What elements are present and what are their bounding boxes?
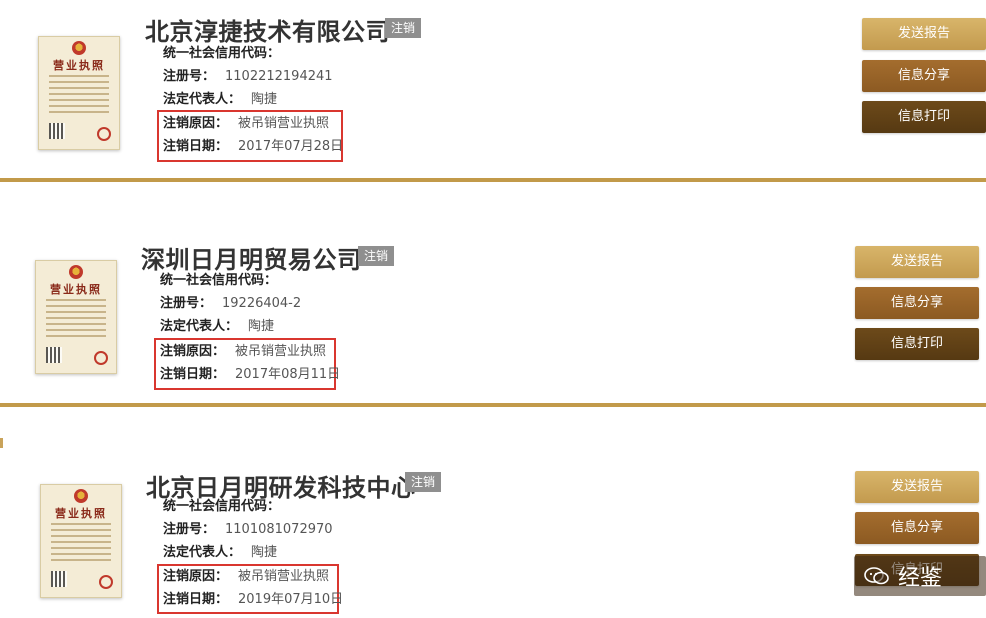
wechat-icon [864, 567, 889, 585]
national-emblem-icon [72, 41, 86, 55]
status-badge: 注销 [385, 18, 422, 38]
status-badge: 注销 [405, 472, 442, 492]
card-divider [0, 178, 986, 182]
share-info-button[interactable]: 信息分享 [855, 287, 979, 319]
share-info-button[interactable]: 信息分享 [862, 60, 986, 92]
card-divider [0, 403, 986, 407]
legal-rep-field: 法定代表人： 陶捷 [160, 319, 275, 334]
cancel-reason-field: 注销原因： 被吊销营业执照 [163, 569, 330, 584]
cancel-date-field: 注销日期： 2017年08月11日 [160, 367, 341, 382]
national-emblem-icon [69, 265, 83, 279]
send-report-button[interactable]: 发送报告 [862, 18, 986, 50]
national-emblem-icon [74, 489, 88, 503]
wechat-watermark: 经鉴 [854, 556, 986, 596]
seal-icon [97, 127, 111, 141]
credit-code-field: 统一社会信用代码： [160, 273, 278, 288]
license-title: 营业执照 [53, 59, 105, 72]
qr-code-icon [51, 571, 67, 587]
license-title: 营业执照 [55, 507, 107, 520]
send-report-button[interactable]: 发送报告 [855, 471, 979, 503]
business-license-thumbnail: 营业执照 [40, 484, 122, 598]
credit-code-field: 统一社会信用代码： [163, 46, 281, 61]
company-card-1: 营业执照 北京淳捷技术有限公司 注销 统一社会信用代码： 注册号： 1102212… [0, 0, 986, 178]
qr-code-icon [46, 347, 62, 363]
cancel-reason-field: 注销原因： 被吊销营业执照 [160, 344, 327, 359]
business-license-thumbnail: 营业执照 [35, 260, 117, 374]
seal-icon [99, 575, 113, 589]
cancel-date-field: 注销日期： 2019年07月10日 [163, 592, 344, 607]
send-report-button[interactable]: 发送报告 [855, 246, 979, 278]
cancel-reason-field: 注销原因： 被吊销营业执照 [163, 116, 330, 131]
legal-rep-field: 法定代表人： 陶捷 [163, 545, 278, 560]
watermark-text: 经鉴 [898, 566, 943, 591]
company-card-2: 营业执照 深圳日月明贸易公司 注销 统一社会信用代码： 注册号： 19226404… [0, 222, 986, 404]
business-license-thumbnail: 营业执照 [38, 36, 120, 150]
legal-rep-field: 法定代表人： 陶捷 [163, 92, 278, 107]
reg-no-field: 注册号： 1102212194241 [163, 69, 333, 84]
print-info-button[interactable]: 信息打印 [862, 101, 986, 133]
seal-icon [94, 351, 108, 365]
print-info-button[interactable]: 信息打印 [855, 328, 979, 360]
company-name[interactable]: 深圳日月明贸易公司 [141, 240, 362, 275]
reg-no-field: 注册号： 1101081072970 [163, 522, 333, 537]
qr-code-icon [49, 123, 65, 139]
share-info-button[interactable]: 信息分享 [855, 512, 979, 544]
credit-code-field: 统一社会信用代码： [163, 499, 281, 514]
company-card-3: 营业执照 北京日月明研发科技中心 注销 统一社会信用代码： 注册号： 110108… [0, 448, 986, 618]
status-badge: 注销 [358, 246, 395, 266]
company-name[interactable]: 北京淳捷技术有限公司 [145, 12, 390, 47]
reg-no-field: 注册号： 19226404-2 [160, 296, 302, 311]
license-title: 营业执照 [50, 283, 102, 296]
cancel-date-field: 注销日期： 2017年07月28日 [163, 139, 344, 154]
